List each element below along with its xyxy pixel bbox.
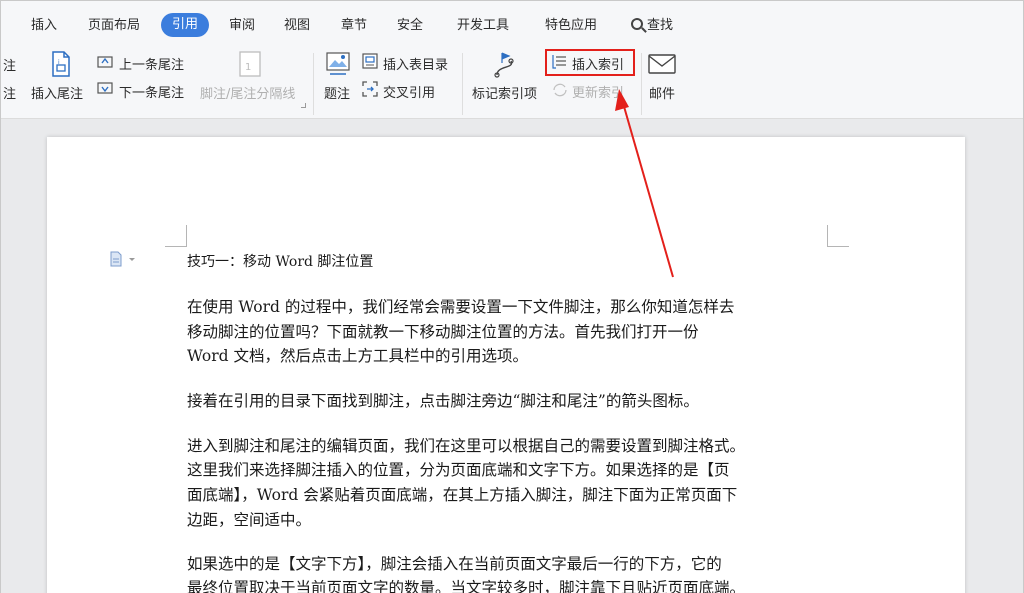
cross-reference-button[interactable]: 交叉引用 xyxy=(383,82,435,101)
margin-corner-mark xyxy=(165,225,187,247)
document-line: 这里我们来选择脚注插入的位置，分为页面底端和文字下方。如果选择的是【页 xyxy=(187,461,730,479)
tab-developer-tools[interactable]: 开发工具 xyxy=(457,14,509,37)
next-endnote-button[interactable]: 下一条尾注 xyxy=(119,82,184,101)
insert-index-highlight-box xyxy=(545,49,635,76)
find-label: 查找 xyxy=(647,18,674,33)
partial-footnote-label-top[interactable]: 注 xyxy=(3,55,16,74)
tab-view[interactable]: 视图 xyxy=(284,14,310,37)
ribbon-divider xyxy=(462,53,463,115)
document-line: 最终位置取决于当前页面文字的数量。当文字较多时，脚注靠下且贴近页面底端。 xyxy=(187,579,746,593)
document-heading: 技巧一：移动 Word 脚注位置 xyxy=(187,254,374,270)
svg-text:1: 1 xyxy=(245,62,251,73)
insert-endnote-button[interactable]: 插入尾注 xyxy=(31,83,83,102)
document-line: 进入到脚注和尾注的编辑页面，我们在这里可以根据自己的需要设置到脚注格式。 xyxy=(187,437,746,455)
document-line: 接着在引用的目录下面找到脚注，点击脚注旁边“脚注和尾注”的箭头图标。 xyxy=(187,392,699,410)
update-index-icon xyxy=(553,83,567,97)
tab-review[interactable]: 审阅 xyxy=(229,14,255,37)
document-line: 面底端】，Word 会紧贴着页面底端，在其上方插入脚注，脚注下面为正常页面下 xyxy=(187,486,738,504)
ribbon-tab-bar: 插入 页面布局 引用 审阅 视图 章节 安全 开发工具 特色应用 查找 xyxy=(1,1,1023,47)
mark-index-entry-icon[interactable] xyxy=(493,51,519,79)
footnote-separator-button: 脚注/尾注分隔线 xyxy=(200,87,296,102)
caption-icon[interactable] xyxy=(326,52,350,76)
mark-index-entry-button[interactable]: 标记索引项 xyxy=(472,83,537,102)
tab-insert[interactable]: 插入 xyxy=(31,14,57,37)
annotation-arrow xyxy=(615,89,674,278)
cross-reference-icon[interactable] xyxy=(362,81,378,97)
ribbon-divider xyxy=(313,53,314,115)
paragraph-menu-icon[interactable] xyxy=(109,251,139,267)
document-line: 在使用 Word 的过程中，我们经常会需要设置一下文件脚注，那么你知道怎样去 xyxy=(187,298,735,316)
insert-endnote-icon[interactable]: i xyxy=(50,51,72,77)
document-line: Word 文档，然后点击上方工具栏中的引用选项。 xyxy=(187,347,528,365)
previous-endnote-icon[interactable] xyxy=(97,54,113,68)
next-endnote-icon[interactable] xyxy=(97,82,113,96)
table-of-figures-icon[interactable] xyxy=(362,53,378,69)
previous-endnote-button[interactable]: 上一条尾注 xyxy=(119,54,184,73)
tab-special-apps[interactable]: 特色应用 xyxy=(545,14,597,37)
document-line: 边距，空间适中。 xyxy=(187,511,312,529)
insert-table-of-figures-button[interactable]: 插入表目录 xyxy=(383,54,448,73)
tab-section[interactable]: 章节 xyxy=(341,14,367,37)
margin-corner-mark xyxy=(827,225,849,247)
tab-references[interactable]: 引用 xyxy=(161,13,210,37)
document-line: 移动脚注的位置吗？下面就教一下移动脚注位置的方法。首先我们打开一份 xyxy=(187,323,699,341)
mail-icon[interactable] xyxy=(648,54,676,74)
dialog-launcher-icon[interactable] xyxy=(301,103,306,108)
partial-footnote-label-bottom[interactable]: 注 xyxy=(3,83,16,102)
tab-page-layout[interactable]: 页面布局 xyxy=(88,14,140,37)
document-line: 如果选中的是【文字下方】，脚注会插入在当前页面文字最后一行的下方，它的 xyxy=(187,555,722,573)
caption-button[interactable]: 题注 xyxy=(324,83,350,102)
tab-find[interactable]: 查找 xyxy=(631,14,673,37)
footnote-separator-icon: 1 xyxy=(239,51,261,77)
references-ribbon: 注 注 i 插入尾注 上一条尾注 下一条尾注 1 脚注/尾注分隔线 题注 插入表 xyxy=(1,47,1023,119)
search-icon xyxy=(631,18,643,30)
tab-security[interactable]: 安全 xyxy=(397,14,423,37)
